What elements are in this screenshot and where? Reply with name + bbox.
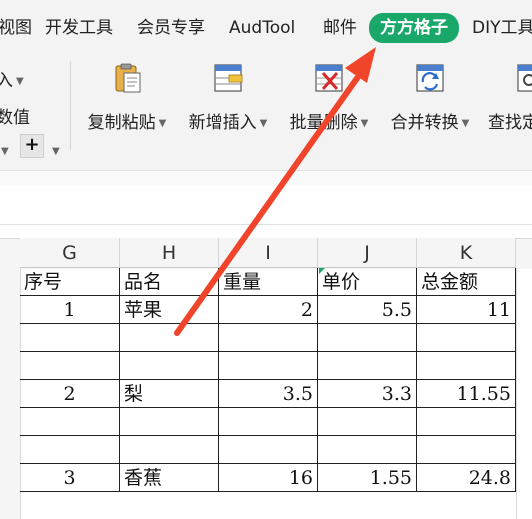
cell-total[interactable] (417, 324, 516, 352)
tab-audtool[interactable]: AudTool (229, 14, 295, 42)
tab-view[interactable]: 视图 (0, 14, 32, 42)
column-header-g[interactable]: G (20, 238, 120, 268)
column-header-h[interactable]: H (120, 238, 219, 268)
cell-price[interactable]: 1.55 (318, 464, 417, 492)
cell-weight[interactable] (219, 436, 318, 464)
find-locate-icon (517, 64, 532, 92)
find-locate-button[interactable]: 查找定 (486, 62, 532, 152)
cell-price[interactable] (318, 324, 417, 352)
cell-weight[interactable]: 16 (219, 464, 318, 492)
cell-total[interactable]: 24.8 (417, 464, 516, 492)
cell-weight[interactable]: 3.5 (219, 380, 318, 408)
chevron-down-icon[interactable]: ▼ (52, 146, 60, 157)
cell-index[interactable]: 1 (20, 296, 120, 324)
cell-price[interactable] (318, 436, 417, 464)
cell-weight[interactable] (219, 324, 318, 352)
copy-paste-label: 复制粘贴 (87, 113, 156, 133)
formula-bar[interactable] (0, 186, 532, 225)
header-cell-total[interactable]: 总金额 (417, 268, 516, 296)
cell-name[interactable]: 梨 (120, 380, 219, 408)
tab-developer[interactable]: 开发工具 (45, 14, 113, 42)
cell-price[interactable]: 3.3 (318, 380, 417, 408)
cell-index[interactable] (20, 436, 120, 464)
ribbon-tab-bar: 视图 开发工具 会员专享 AudTool 邮件 方方格子 DIY工具 (0, 0, 532, 54)
chevron-down-icon: ▼ (259, 117, 268, 129)
cell-index[interactable] (20, 324, 120, 352)
ribbon-separator (70, 62, 71, 150)
insert-row-icon (214, 64, 243, 92)
batch-delete-icon (315, 64, 343, 92)
chevron-down-icon[interactable]: ▼ (1, 146, 9, 157)
ribbon-partial-left-top-label: 入 (0, 71, 13, 91)
chevron-down-icon: ▼ (360, 117, 369, 129)
tab-member[interactable]: 会员专享 (137, 14, 205, 42)
merge-convert-label: 合并转换 (390, 113, 459, 133)
plus-button[interactable]: + (20, 134, 44, 158)
insert-button[interactable]: 新增插入 ▼ (183, 62, 273, 152)
header-cell-weight[interactable]: 重量 (219, 268, 318, 296)
header-cell-price[interactable]: 单价 (318, 268, 417, 296)
chevron-down-icon: ▼ (461, 117, 470, 129)
column-header-i[interactable]: I (219, 238, 318, 268)
cell-total[interactable] (417, 352, 516, 380)
tab-diy[interactable]: DIY工具 (472, 14, 532, 42)
batch-delete-button[interactable]: 批量删除 ▼ (284, 62, 374, 152)
chevron-down-icon: ▼ (16, 75, 24, 87)
header-cell-name[interactable]: 品名 (120, 268, 219, 296)
cell-name[interactable]: 香蕉 (120, 464, 219, 492)
cell-weight[interactable] (219, 352, 318, 380)
merge-convert-button[interactable]: 合并转换 ▼ (385, 62, 475, 152)
cell-weight[interactable] (219, 408, 318, 436)
ribbon-gap (0, 171, 532, 186)
cell-name[interactable] (120, 436, 219, 464)
cell-total[interactable] (417, 436, 516, 464)
comment-indicator (319, 268, 325, 274)
clipboard-paste-icon (115, 63, 141, 93)
cell-index[interactable] (20, 352, 120, 380)
cell-name[interactable] (120, 352, 219, 380)
insert-label: 新增插入 (188, 113, 257, 133)
cell-total[interactable] (417, 408, 516, 436)
cell-price[interactable] (318, 408, 417, 436)
column-header-j[interactable]: J (318, 238, 417, 268)
find-locate-label: 查找定 (488, 113, 532, 133)
cell-index[interactable] (20, 408, 120, 436)
ribbon-panel: 入 ▼ 数值 ▼ + ▼ 复制粘贴 ▼ 新增插入 ▼ 批量删除 ▼ 合并转换 ▼… (0, 54, 532, 171)
tab-mail[interactable]: 邮件 (323, 14, 357, 42)
batch-delete-label: 批量删除 (289, 113, 358, 133)
cell-index[interactable]: 2 (20, 380, 120, 408)
column-header-k[interactable]: K (417, 238, 516, 268)
cell-weight[interactable]: 2 (219, 296, 318, 324)
cell-total[interactable]: 11 (417, 296, 516, 324)
ribbon-partial-left-top[interactable]: 入 ▼ (0, 66, 24, 91)
ribbon-partial-left-mid[interactable]: 数值 (0, 103, 30, 128)
header-cell-index[interactable]: 序号 (20, 268, 120, 296)
tab-fangfang[interactable]: 方方格子 (369, 13, 459, 43)
cell-name[interactable] (120, 408, 219, 436)
row-header-strip (0, 268, 21, 519)
cell-name[interactable] (120, 324, 219, 352)
cell-total[interactable]: 11.55 (417, 380, 516, 408)
cell-price[interactable]: 5.5 (318, 296, 417, 324)
chevron-down-icon: ▼ (158, 117, 167, 129)
merge-convert-icon (416, 64, 444, 92)
cell-price[interactable] (318, 352, 417, 380)
copy-paste-button[interactable]: 复制粘贴 ▼ (82, 62, 172, 152)
cell-name[interactable]: 苹果 (120, 296, 219, 324)
grid-line (516, 268, 517, 519)
cell-index[interactable]: 3 (20, 464, 120, 492)
